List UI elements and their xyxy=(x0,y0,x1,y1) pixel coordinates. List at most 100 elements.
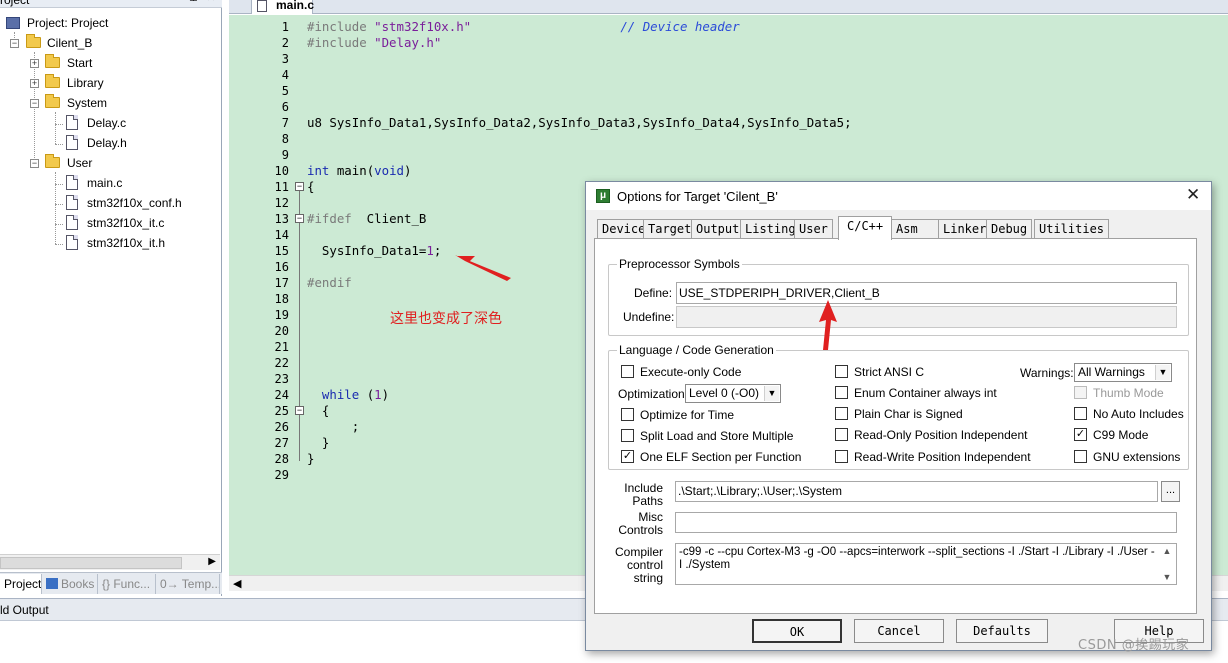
collapse-icon[interactable]: − xyxy=(10,39,19,48)
expand-icon[interactable]: + xyxy=(30,59,39,68)
warnings-value: All Warnings xyxy=(1078,365,1145,379)
define-input[interactable]: USE_STDPERIPH_DRIVER,Client_B xyxy=(676,282,1177,304)
plain-char-checkbox[interactable] xyxy=(835,407,848,420)
ro-pi-checkbox[interactable] xyxy=(835,428,848,441)
collapse-icon[interactable]: − xyxy=(30,99,39,108)
strict-ansi-checkbox[interactable] xyxy=(835,365,848,378)
fold-collapse-icon[interactable]: − xyxy=(295,214,304,223)
tab-project[interactable]: Project xyxy=(0,574,42,594)
scroll-right-icon[interactable]: ▶ xyxy=(208,556,216,567)
line-number: 10 xyxy=(274,164,289,178)
editor-tab-main-c[interactable]: main.c xyxy=(251,0,314,14)
tab-debug[interactable]: Debug xyxy=(986,219,1033,239)
line-number: 26 xyxy=(274,420,289,434)
folder-open-icon xyxy=(45,154,60,168)
split-load-checkbox[interactable] xyxy=(621,429,634,442)
tab-user[interactable]: User xyxy=(794,219,833,239)
fold-guide xyxy=(299,189,300,461)
code-line: SysInfo_Data1=1; xyxy=(307,243,442,258)
line-number: 13 xyxy=(274,212,289,226)
collapse-icon[interactable]: − xyxy=(30,159,39,168)
tab-listing[interactable]: Listing xyxy=(740,219,801,239)
line-number: 7 xyxy=(281,116,289,130)
project-icon xyxy=(6,17,20,29)
group-label: Preprocessor Symbols xyxy=(617,257,742,271)
tab-utilities[interactable]: Utilities xyxy=(1034,219,1110,239)
file-icon xyxy=(66,115,78,130)
line-number: 3 xyxy=(281,52,289,66)
fold-collapse-icon[interactable]: − xyxy=(295,182,304,191)
line-number: 12 xyxy=(274,196,289,210)
undefine-input[interactable] xyxy=(676,306,1177,328)
code-line: u8 SysInfo_Data1,SysInfo_Data2,SysInfo_D… xyxy=(307,115,852,130)
scroll-up-icon[interactable]: ▲ xyxy=(1160,545,1174,558)
line-number: 28 xyxy=(274,452,289,466)
line-number: 29 xyxy=(274,468,289,482)
tab-templates[interactable]: 0→ Temp... xyxy=(156,574,220,594)
warnings-select[interactable]: All Warnings ▼ xyxy=(1074,363,1172,382)
tree-guide xyxy=(55,144,63,145)
gnu-extensions-checkbox[interactable] xyxy=(1074,450,1087,463)
dialog-title: Options for Target 'Cilent_B' xyxy=(617,189,778,204)
enum-container-checkbox[interactable] xyxy=(835,386,848,399)
dialog-titlebar: μ Options for Target 'Cilent_B' ✕ xyxy=(586,182,1211,210)
line-number: 15 xyxy=(274,244,289,258)
close-icon[interactable]: ✕ xyxy=(205,0,217,4)
line-number: 4 xyxy=(281,68,289,82)
optimization-select[interactable]: Level 0 (-O0) ▼ xyxy=(685,384,781,403)
c99-mode-checkbox[interactable]: ✓ xyxy=(1074,428,1087,441)
misc-controls-input[interactable] xyxy=(675,512,1177,533)
thumb-mode-checkbox[interactable] xyxy=(1074,386,1087,399)
tab-output[interactable]: Output xyxy=(691,219,745,239)
line-number: 22 xyxy=(274,356,289,370)
scrollbar-thumb[interactable] xyxy=(0,557,182,569)
one-elf-checkbox[interactable]: ✓ xyxy=(621,450,634,463)
project-horizontal-scrollbar[interactable]: ▶ xyxy=(0,554,220,570)
file-icon xyxy=(257,0,267,12)
optimize-time-label: Optimize for Time xyxy=(640,408,735,422)
code-line: while (1) xyxy=(321,387,390,402)
chevron-down-icon[interactable]: ▼ xyxy=(764,386,779,401)
c99-mode-label: C99 Mode xyxy=(1093,428,1149,442)
tab-books[interactable]: Books xyxy=(42,574,98,594)
file-icon xyxy=(66,235,78,250)
tab-functions[interactable]: {} Func... xyxy=(98,574,156,594)
tree-item-label: main.c xyxy=(87,176,123,190)
line-number: 1 xyxy=(281,20,289,34)
no-auto-includes-checkbox[interactable] xyxy=(1074,407,1087,420)
compiler-control-string-textarea[interactable]: -c99 -c --cpu Cortex-M3 -g -O0 --apcs=in… xyxy=(675,543,1177,585)
ok-button[interactable]: OK xyxy=(752,619,842,643)
folder-icon xyxy=(45,74,60,88)
compiler-control-string-label: Compiler control string xyxy=(614,545,663,585)
watermark: CSDN @挨踢玩家 xyxy=(1078,638,1190,653)
line-number: 24 xyxy=(274,388,289,402)
fold-collapse-icon[interactable]: − xyxy=(295,406,304,415)
browse-include-paths-button[interactable]: ... xyxy=(1161,481,1180,502)
tab-linker[interactable]: Linker xyxy=(938,219,992,239)
tab-c-cpp[interactable]: C/C++ xyxy=(838,216,893,240)
file-icon xyxy=(66,195,78,210)
preprocessor-group: Preprocessor Symbols Define: USE_STDPERI… xyxy=(608,257,1189,336)
close-icon[interactable]: ✕ xyxy=(1186,185,1200,205)
folder-open-icon xyxy=(45,94,60,108)
optimize-time-checkbox[interactable] xyxy=(621,408,634,421)
line-number: 20 xyxy=(274,324,289,338)
pin-icon[interactable]: ⊥ xyxy=(189,0,198,4)
defaults-button[interactable]: Defaults xyxy=(956,619,1048,643)
tab-target[interactable]: Target xyxy=(643,219,697,239)
expand-icon[interactable]: + xyxy=(30,79,39,88)
code-line: #include "stm32f10x.h" // Device header xyxy=(307,19,740,34)
scroll-down-icon[interactable]: ▼ xyxy=(1160,571,1174,584)
line-number: 16 xyxy=(274,260,289,274)
chevron-down-icon[interactable]: ▼ xyxy=(1155,365,1170,380)
cancel-button[interactable]: Cancel xyxy=(854,619,944,643)
scroll-left-icon[interactable]: ◀ xyxy=(233,577,241,590)
rw-pi-checkbox[interactable] xyxy=(835,450,848,463)
include-paths-input[interactable]: .\Start;.\Library;.\User;.\System xyxy=(675,481,1158,502)
tree-guide xyxy=(55,244,63,245)
project-panel-title: roject xyxy=(0,0,30,7)
execute-only-checkbox[interactable] xyxy=(621,365,634,378)
code-generation-group: Language / Code Generation Execute-only … xyxy=(608,343,1189,470)
tree-item-label: Library xyxy=(67,76,104,90)
tab-asm[interactable]: Asm xyxy=(891,219,939,239)
